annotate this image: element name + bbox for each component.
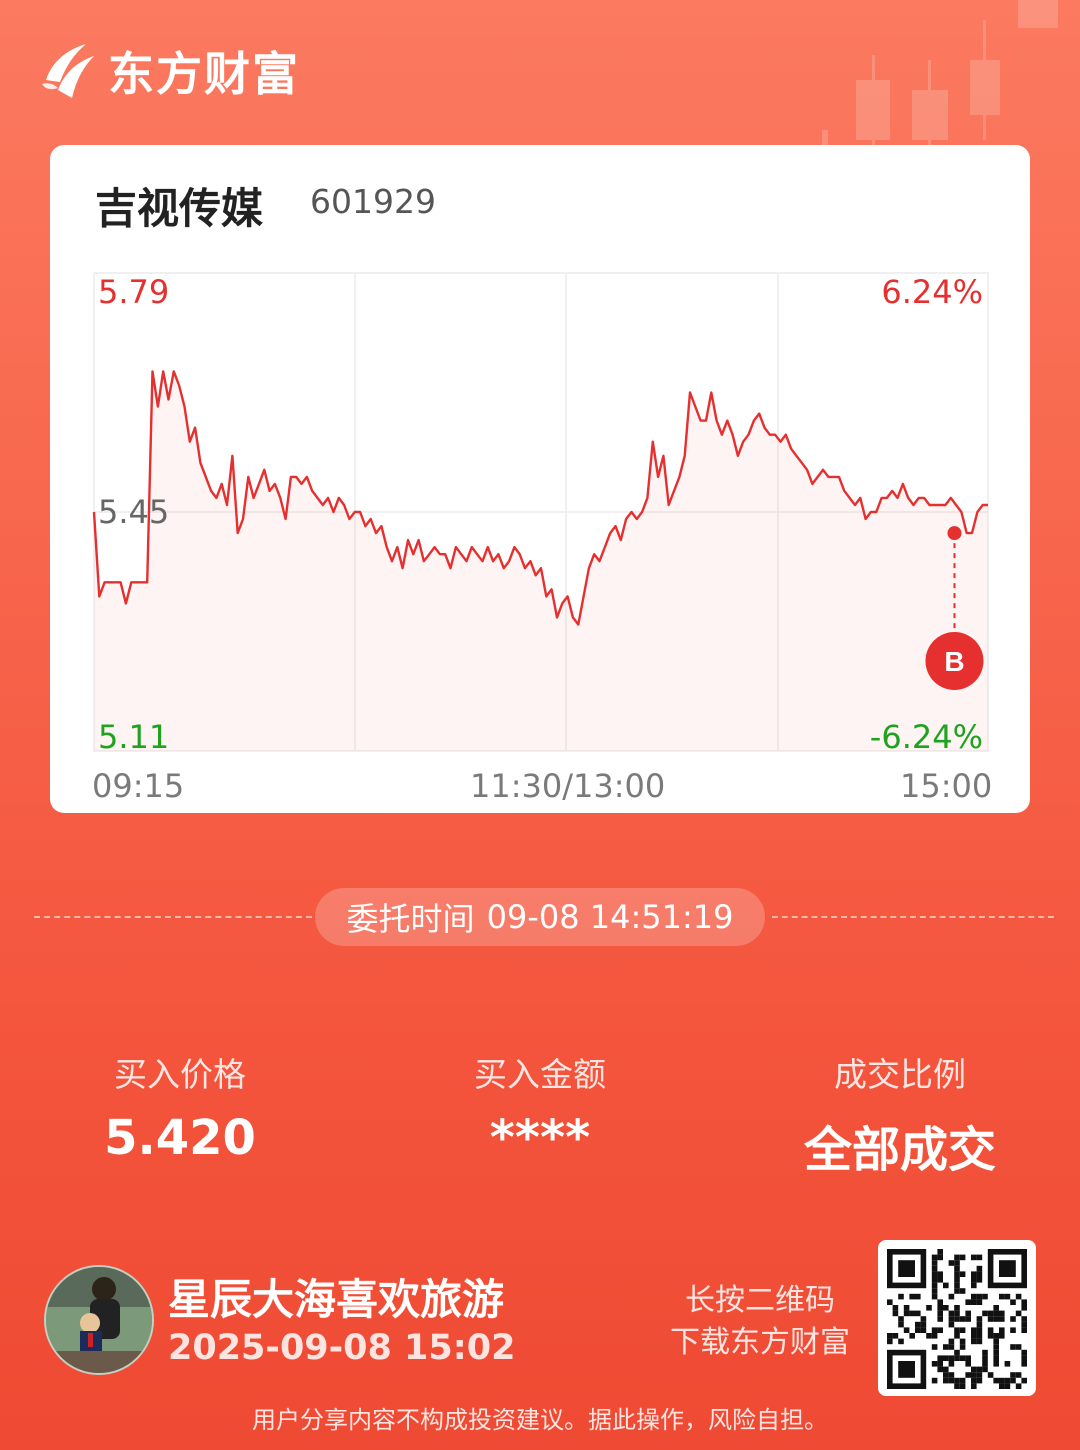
stat-fill-ratio-label: 成交比例 — [834, 1055, 966, 1094]
stock-chart-card: 吉视传媒 601929 B 5.79 5.45 5.11 6.24% -6.24… — [50, 145, 1030, 813]
pct-tick-low: -6.24% — [870, 718, 983, 756]
brand-logo-icon — [42, 44, 94, 98]
qr-hint: 长按二维码 下载东方财富 — [660, 1280, 860, 1364]
order-time-value: 09-08 14:51:19 — [486, 898, 734, 936]
stat-buy-amount-label: 买入金额 — [474, 1055, 606, 1094]
qr-hint-line2: 下载东方财富 — [670, 1325, 850, 1360]
stat-fill-ratio: 成交比例 全部成交 — [750, 1048, 1050, 1180]
intraday-chart: B 5.79 5.45 5.11 6.24% -6.24% — [92, 272, 989, 756]
qr-hint-line1: 长按二维码 — [685, 1283, 835, 1318]
qr-code[interactable] — [878, 1240, 1036, 1396]
price-tick-mid: 5.45 — [98, 493, 169, 531]
pct-tick-high: 6.24% — [881, 273, 983, 311]
background-candles-decoration — [822, 0, 1058, 150]
order-time-pill: 委托时间 09-08 14:51:19 — [315, 888, 765, 946]
user-name: 星辰大海喜欢旅游 — [168, 1275, 505, 1324]
order-time-label: 委托时间 — [346, 900, 475, 938]
qr-code-image — [887, 1249, 1027, 1389]
price-area — [94, 371, 988, 751]
brand-logo: 东方财富 — [40, 38, 300, 104]
avatar-image — [46, 1267, 152, 1373]
divider-left — [34, 916, 312, 918]
trade-marker-dot — [947, 526, 962, 541]
stat-fill-ratio-value: 全部成交 — [803, 1122, 996, 1178]
time-tick-midday: 11:30/13:00 — [470, 767, 666, 805]
brand-name: 东方财富 — [108, 47, 300, 101]
time-tick-open: 09:15 — [92, 767, 185, 805]
trade-marker-label: B — [944, 646, 964, 677]
stat-buy-amount: 买入金额 **** — [390, 1048, 690, 1166]
price-tick-low: 5.11 — [98, 718, 169, 756]
user-avatar[interactable] — [44, 1265, 154, 1375]
time-tick-close: 15:00 — [900, 767, 993, 805]
stat-buy-price-value: 5.420 — [104, 1110, 256, 1166]
stat-buy-price-label: 买入价格 — [114, 1055, 246, 1094]
divider-right — [772, 916, 1054, 918]
stat-buy-price: 买入价格 5.420 — [30, 1048, 330, 1166]
share-time: 2025-09-08 15:02 — [168, 1328, 516, 1368]
price-tick-high: 5.79 — [98, 273, 169, 311]
disclaimer: 用户分享内容不构成投资建议。据此操作，风险自担。 — [252, 1406, 828, 1434]
stat-buy-amount-value: **** — [489, 1110, 591, 1166]
